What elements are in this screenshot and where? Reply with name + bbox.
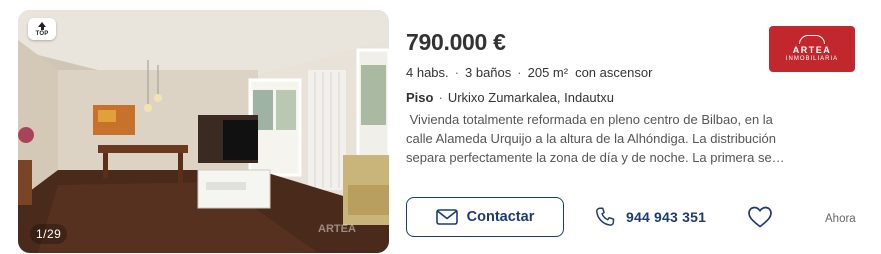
living-room-photo: ARTEA <box>18 10 389 253</box>
feature-elevator: con ascensor <box>575 65 653 80</box>
feature-separator: · <box>454 65 459 80</box>
listing-description[interactable]: Vivienda totalmente reformada en pleno c… <box>406 110 798 167</box>
feature-bathrooms: 3 baños <box>465 65 512 80</box>
heart-outline-icon <box>748 206 772 228</box>
location-separator: · <box>438 90 443 105</box>
agency-name: ARTEA <box>792 45 832 55</box>
phone-number: 944 943 351 <box>626 209 707 225</box>
envelope-icon <box>435 209 458 225</box>
listing-time: Ahora <box>825 213 856 225</box>
feature-area: 205 m² <box>527 65 569 80</box>
top-badge-label: TOP <box>35 30 49 37</box>
listing-price[interactable]: 790.000 € <box>406 29 506 56</box>
contact-button-label: Contactar <box>466 209 535 225</box>
contact-button[interactable]: Contactar <box>406 197 564 237</box>
feature-separator: · <box>517 65 522 80</box>
photo-watermark: ARTEA <box>318 223 356 235</box>
feature-rooms: 4 habs. <box>406 65 449 80</box>
agency-logo[interactable]: ARTEA INMOBILIARIA <box>769 26 855 72</box>
photo-counter: 1/29 <box>30 224 68 244</box>
phone-icon <box>596 207 615 226</box>
property-type: Piso <box>406 90 434 105</box>
top-badge: TOP <box>28 18 56 40</box>
house-roof-icon <box>799 35 825 44</box>
favorite-button[interactable] <box>747 205 773 229</box>
listing-card: ARTEA TOP 1/29 790.000 € 4 habs. · 3 bañ… <box>0 0 881 254</box>
listing-features: 4 habs. · 3 baños · 205 m² con ascensor <box>406 65 652 80</box>
listing-address: Urkixo Zumarkalea, Indautxu <box>447 90 614 105</box>
listing-location[interactable]: Piso · Urkixo Zumarkalea, Indautxu <box>406 90 614 105</box>
listing-photo[interactable]: ARTEA TOP 1/29 <box>18 10 389 253</box>
agency-subtitle: INMOBILIARIA <box>785 56 839 62</box>
phone-link[interactable]: 944 943 351 <box>594 205 706 229</box>
